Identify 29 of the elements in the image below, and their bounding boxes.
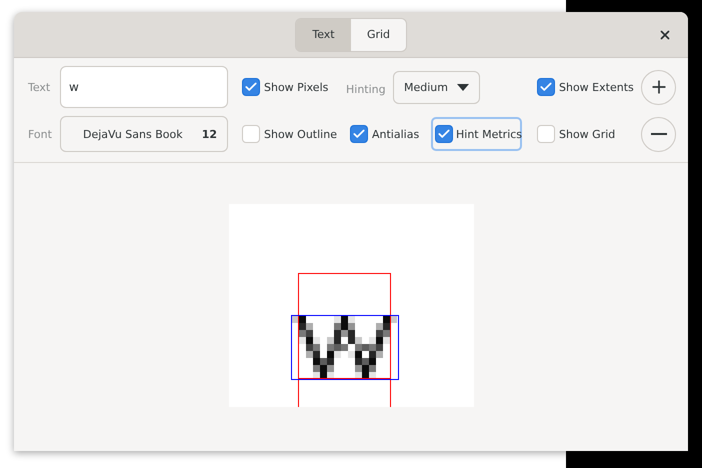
checkbox-label[interactable]: Show Extents: [559, 80, 634, 94]
hinting-dropdown[interactable]: Medium: [393, 70, 480, 104]
field-label: Font: [28, 128, 53, 140]
checkbox-label[interactable]: Show Grid: [559, 128, 616, 140]
field-label: Hinting: [346, 82, 386, 96]
checkbox[interactable]: [242, 125, 260, 143]
check-icon: [437, 127, 451, 141]
check-icon: [244, 80, 258, 94]
checkbox[interactable]: [537, 125, 555, 143]
checkbox[interactable]: [435, 125, 453, 143]
toggle-button[interactable]: Hint Metrics: [431, 117, 522, 151]
tab[interactable]: Grid: [351, 18, 406, 50]
checkbox-label[interactable]: Show Pixels: [264, 80, 328, 94]
tab[interactable]: Text: [296, 18, 351, 50]
checkbox-label[interactable]: Show Outline: [264, 128, 337, 140]
text-field[interactable]: w: [60, 66, 228, 108]
toggle-label: Hint Metrics: [456, 128, 522, 140]
font-button[interactable]: DejaVu Sans Book 12: [60, 116, 228, 152]
check-icon: [352, 127, 366, 141]
checkbox[interactable]: [350, 125, 368, 143]
checkbox[interactable]: [242, 78, 260, 96]
checkbox-label[interactable]: Antialias: [372, 128, 420, 140]
minus-button[interactable]: [641, 116, 676, 152]
caret-icon: [457, 84, 469, 90]
check-icon: [539, 80, 553, 94]
field-label: Text: [28, 80, 52, 94]
plus-button[interactable]: [641, 70, 676, 104]
checkbox[interactable]: [537, 78, 555, 96]
minus-icon: [650, 133, 666, 135]
